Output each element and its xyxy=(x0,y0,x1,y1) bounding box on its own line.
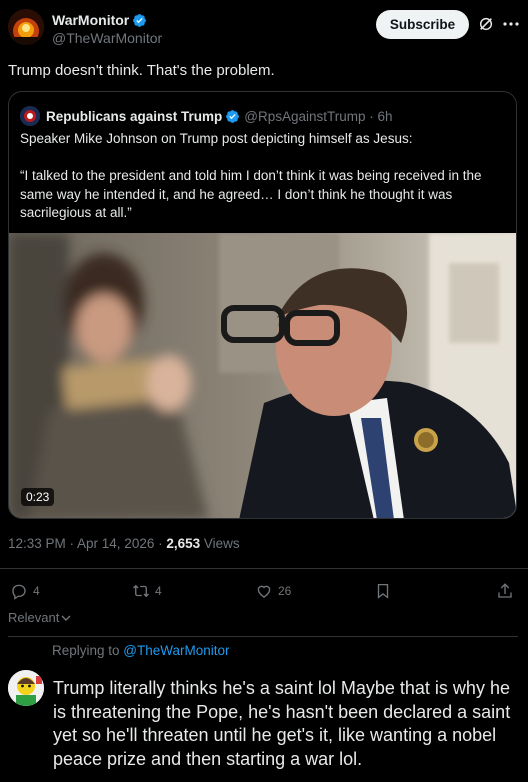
video-thumbnail xyxy=(9,233,516,518)
video-duration: 0:23 xyxy=(21,488,55,506)
quote-text: Speaker Mike Johnson on Trump post depic… xyxy=(20,131,482,220)
subscribe-button[interactable]: Subscribe xyxy=(376,10,469,39)
chevron-down-icon xyxy=(61,615,71,621)
quoted-post[interactable]: Republicans against Trump @RpsAgainstTru… xyxy=(8,91,517,519)
quote-author-handle[interactable]: @RpsAgainstTrump · 6h xyxy=(244,109,392,124)
grok-icon[interactable] xyxy=(478,16,494,32)
reply-text-editor[interactable]: Trump literally thinks he's a saint lol … xyxy=(53,677,523,771)
divider xyxy=(8,636,518,637)
video-player[interactable]: 0:23 xyxy=(9,233,516,518)
post-text: Trump doesn't think. That's the problem. xyxy=(8,62,275,79)
reply-count: 4 xyxy=(33,584,40,598)
like-button[interactable]: 26 xyxy=(255,582,291,600)
views-label: Views xyxy=(200,536,240,551)
reply-button[interactable]: 4 xyxy=(10,582,40,600)
share-icon xyxy=(498,583,512,598)
verified-badge-icon xyxy=(133,13,147,27)
quote-verified-badge-icon xyxy=(226,109,240,123)
quote-author-name[interactable]: Republicans against Trump xyxy=(46,109,222,124)
share-button[interactable] xyxy=(496,582,514,600)
divider xyxy=(0,568,528,569)
quote-avatar[interactable] xyxy=(20,106,40,126)
bookmark-icon xyxy=(377,583,389,599)
replying-mention[interactable]: @TheWarMonitor xyxy=(123,643,229,658)
like-count: 26 xyxy=(278,584,292,598)
action-bar: 4 4 26 xyxy=(8,582,518,602)
replying-prefix: Replying to xyxy=(52,643,124,658)
author-avatar[interactable] xyxy=(8,9,44,45)
quote-header: Republicans against Trump @RpsAgainstTru… xyxy=(20,106,393,126)
post-header: WarMonitor @TheWarMonitor Subscribe xyxy=(8,9,520,53)
bookmark-button[interactable] xyxy=(374,582,392,600)
post-meta: 12:33 PM · Apr 14, 2026 · 2,653 Views xyxy=(8,536,240,551)
reply-icon xyxy=(12,584,26,600)
author-name-text[interactable]: WarMonitor xyxy=(52,12,129,28)
repost-count: 4 xyxy=(155,584,162,598)
views-count: 2,653 xyxy=(166,536,201,551)
repost-button[interactable]: 4 xyxy=(132,582,162,600)
repost-icon xyxy=(133,584,149,598)
more-options-icon[interactable] xyxy=(503,21,519,27)
replying-to: Replying to @TheWarMonitor xyxy=(52,643,230,658)
author-name[interactable]: WarMonitor xyxy=(52,12,147,28)
author-handle[interactable]: @TheWarMonitor xyxy=(52,30,162,46)
reply-user-avatar[interactable] xyxy=(8,670,44,706)
sort-relevant-dropdown[interactable]: Relevant xyxy=(8,610,71,625)
heart-icon xyxy=(257,585,271,598)
post-timestamp[interactable]: 12:33 PM · Apr 14, 2026 · xyxy=(8,536,166,551)
sort-label: Relevant xyxy=(8,610,60,625)
